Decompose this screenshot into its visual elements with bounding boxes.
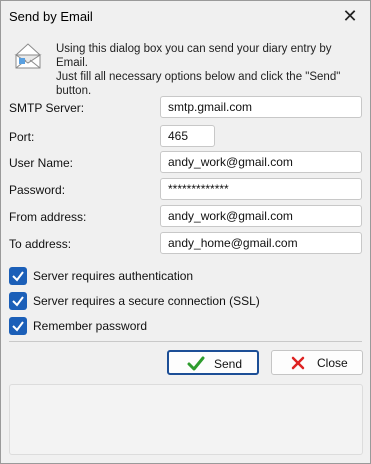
user-name-label: User Name:	[9, 156, 74, 170]
auth-checkbox-label: Server requires authentication	[33, 269, 194, 283]
info-line-1: Using this dialog box you can send your …	[56, 43, 332, 69]
from-address-row: From address: andy_work@gmail.com	[1, 205, 371, 229]
auth-checkbox-row[interactable]: Server requires authentication	[9, 266, 349, 286]
password-input[interactable]: *************	[160, 178, 362, 200]
smtp-server-label: SMTP Server:	[9, 101, 85, 115]
password-row: Password: *************	[1, 178, 371, 202]
window-close-icon[interactable]: ✕	[340, 6, 360, 26]
checkmark-icon	[187, 356, 205, 371]
user-name-input[interactable]: andy_work@gmail.com	[160, 151, 362, 173]
from-address-input[interactable]: andy_work@gmail.com	[160, 205, 362, 227]
from-address-label: From address:	[9, 210, 87, 224]
ssl-checkbox-label: Server requires a secure connection (SSL…	[33, 294, 260, 308]
port-row: Port: 465	[1, 125, 371, 149]
send-button[interactable]: Send	[167, 350, 259, 375]
smtp-server-input[interactable]: smtp.gmail.com	[160, 96, 362, 118]
divider	[9, 341, 362, 342]
info-text: Using this dialog box you can send your …	[56, 42, 366, 98]
ssl-checkbox[interactable]	[9, 292, 27, 310]
remember-checkbox-row[interactable]: Remember password	[9, 316, 349, 336]
port-input[interactable]: 465	[160, 125, 215, 147]
close-button-label: Close	[317, 356, 348, 370]
info-line-2: Just fill all necessary options below an…	[56, 71, 341, 97]
smtp-server-row: SMTP Server: smtp.gmail.com	[1, 96, 371, 120]
to-address-input[interactable]: andy_home@gmail.com	[160, 232, 362, 254]
ssl-checkbox-row[interactable]: Server requires a secure connection (SSL…	[9, 291, 349, 311]
password-label: Password:	[9, 183, 66, 197]
user-name-row: User Name: andy_work@gmail.com	[1, 151, 371, 175]
to-address-label: To address:	[9, 237, 72, 251]
to-address-row: To address: andy_home@gmail.com	[1, 232, 371, 256]
info-area: Using this dialog box you can send your …	[13, 41, 363, 97]
dialog-title: Send by Email	[9, 9, 93, 24]
checkmark-icon	[12, 271, 24, 282]
envelope-icon	[14, 43, 42, 69]
port-label: Port:	[9, 130, 35, 144]
remember-checkbox-label: Remember password	[33, 319, 148, 333]
close-icon	[291, 356, 305, 370]
status-panel	[9, 384, 363, 455]
auth-checkbox[interactable]	[9, 267, 27, 285]
title-bar: Send by Email ✕	[1, 1, 370, 31]
checkmark-icon	[12, 296, 24, 307]
remember-checkbox[interactable]	[9, 317, 27, 335]
send-button-label: Send	[214, 357, 243, 371]
send-by-email-dialog: Send by Email ✕ Using this dialog box yo…	[0, 0, 371, 464]
checkmark-icon	[12, 321, 24, 332]
close-button[interactable]: Close	[271, 350, 363, 375]
